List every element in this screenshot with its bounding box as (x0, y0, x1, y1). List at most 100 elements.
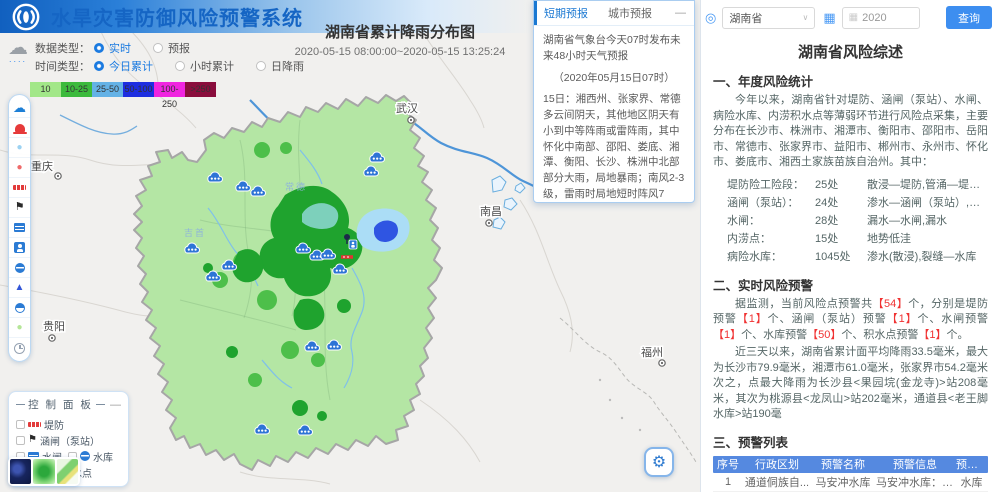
triangle-icon: ▲ (15, 283, 25, 293)
stat-row: 水闸：28处漏水—水闸,漏水 (727, 212, 988, 230)
radio-dot[interactable] (256, 61, 266, 71)
reservoir-icon (15, 263, 25, 273)
svg-text:福州: 福州 (641, 345, 663, 359)
table-cell: 通道侗族自... (743, 474, 811, 490)
stat-cell: 28处 (815, 212, 867, 230)
stat-cell: 内涝点： (727, 230, 815, 248)
thumbnail-forecast-map[interactable] (57, 459, 78, 484)
table-row[interactable]: 1通道侗族自...马安冲水库马安冲水库：2020-...水库 (713, 473, 988, 492)
reservoir-icon (80, 451, 90, 461)
radio-daily-rain[interactable]: 日降雨 (256, 58, 304, 74)
table-header-cell: 行政区划 (743, 456, 811, 472)
sidebar-item-waterlogging[interactable] (9, 238, 30, 258)
control-panel-minimize[interactable]: — (110, 399, 121, 411)
rain-legend: 1010-2525-5050-100100-250>250 (30, 82, 326, 97)
data-type-label: 数据类型： (35, 40, 90, 56)
section2-heading: 二、实时风险预警 (713, 275, 988, 294)
forecast-issue-time: （2020年05月15日07时） (543, 71, 685, 87)
blue-station-icon: ● (16, 143, 22, 153)
stat-cell: 渗水(散浸),裂缝—水库 (867, 248, 988, 266)
legend-swatch: >250 (185, 82, 216, 97)
sidebar-item-sluice[interactable]: ⚑ (9, 198, 30, 218)
legend-swatch: 100-250 (154, 82, 185, 97)
sidebar-item-halfcircle[interactable] (9, 298, 30, 318)
radio-dot[interactable] (94, 43, 104, 53)
table-cell: 水库 (955, 474, 988, 490)
warning-table-body: 1通道侗族自...马安冲水库马安冲水库：2020-...水库2溆浦县罗子塘水库罗… (713, 473, 988, 492)
stat-cell: 24处 (815, 194, 867, 212)
stat-cell: 1045处 (815, 248, 867, 266)
calendar-mini-icon: ▦ (849, 12, 858, 23)
section1-paragraph: 今年以来，湖南省针对堤防、涵闸（泵站）、水闸、病险水库、内涝积水点等薄弱环节进行… (713, 93, 988, 171)
radio-forecast[interactable]: 预报 (153, 40, 190, 56)
forecast-panel-minimize[interactable]: — (667, 7, 694, 19)
year-input[interactable]: ▦ 2020 (842, 7, 920, 29)
summary-title: 湖南省风险综述 (701, 41, 1000, 62)
map-controls: ☁ .... 数据类型： 实时 预报 时间类型： 今日累计 小时累计 日降雨 1… (8, 39, 326, 97)
forecast-detail: 15日：湘西州、张家界、常德多云间阴天，其他地区阴天有小到中等阵雨或雷阵雨，其中… (543, 92, 685, 203)
stat-cell: 散浸—堤防,管涌—堤防,滑坡—堤防,... (867, 176, 988, 194)
sidebar-item-dike[interactable] (9, 178, 30, 198)
sluice-flag-icon: ⚑ (28, 435, 37, 445)
green-station-icon: ● (16, 323, 22, 333)
layer-toggle-sluice[interactable]: ⚑涵闸（泵站） (16, 432, 100, 448)
checkbox[interactable] (16, 420, 25, 429)
tab-short-term-forecast[interactable]: 短期预报 (534, 1, 598, 25)
warning-table: 序号行政区划预警名称预警信息预警类别 1通道侗族自...马安冲水库马安冲水库：2… (713, 456, 988, 492)
stat-cell: 渗水—涵闸（泵站）,裂缝—涵闸（... (867, 194, 988, 212)
section1-heading: 一、年度风险统计 (713, 71, 988, 90)
tab-city-forecast[interactable]: 城市预报 (598, 1, 662, 25)
sidebar-item-gate[interactable] (9, 218, 30, 238)
legend-swatch: 25-50 (92, 82, 123, 97)
query-toolbar: ◎ 湖南省 ∨ ▦ ▦ 2020 查询 (701, 0, 1000, 33)
table-cell: 马安冲水库：2020-... (875, 474, 955, 490)
forecast-tabs: 短期预报 城市预报 — (534, 1, 694, 26)
sidebar-item-reservoir[interactable] (9, 258, 30, 278)
svg-text:贵阳: 贵阳 (43, 320, 65, 333)
legend-swatch: 10-25 (61, 82, 92, 97)
table-cell: 马安冲水库 (811, 474, 875, 490)
gear-icon: ⚙ (652, 452, 666, 472)
radio-today-total[interactable]: 今日累计 (94, 58, 153, 74)
radio-dot[interactable] (175, 61, 185, 71)
app-logo-icon (10, 2, 42, 32)
map-settings-button[interactable]: ⚙ (644, 447, 674, 477)
sidebar-item-triangle[interactable]: ▲ (9, 278, 30, 298)
query-button[interactable]: 查询 (946, 6, 992, 29)
location-pin-icon: ◎ (705, 10, 716, 26)
warning-count: 【1】 (713, 329, 741, 341)
sidebar-item-history[interactable] (9, 338, 30, 358)
sidebar-item-rainfall[interactable]: ☁ (9, 98, 30, 118)
layer-toggle-dike[interactable]: 堤防 (16, 416, 64, 432)
stat-row: 内涝点：15处地势低洼 (727, 230, 988, 248)
sidebar-item-station-blue[interactable]: ● (9, 138, 30, 158)
warning-count: 【50】 (807, 329, 841, 341)
dike-icon (28, 422, 41, 427)
data-type-row: 数据类型： 实时 预报 (35, 39, 326, 57)
radio-dot[interactable] (94, 61, 104, 71)
legend-swatch: 10 (30, 82, 61, 97)
gate-icon (14, 223, 25, 232)
red-station-icon: ● (16, 163, 22, 173)
radio-hourly-total[interactable]: 小时累计 (175, 58, 234, 74)
clock-icon (14, 343, 25, 354)
time-type-label: 时间类型： (35, 58, 90, 74)
sidebar-item-station-red[interactable]: ● (9, 158, 30, 178)
area-label: 常德 (285, 181, 307, 192)
sidebar-item-green-dot[interactable]: ● (9, 318, 30, 338)
thumbnail-radar[interactable] (10, 459, 31, 484)
stat-cell: 地势低洼 (867, 230, 988, 248)
radio-realtime[interactable]: 实时 (94, 40, 131, 56)
thumbnail-rain-map[interactable] (33, 459, 54, 484)
table-cell: 1 (713, 476, 743, 488)
region-select[interactable]: 湖南省 ∨ (722, 7, 815, 29)
checkbox[interactable] (16, 436, 25, 445)
warning-count: 【54】 (873, 298, 909, 310)
risk-summary-panel: ◎ 湖南省 ∨ ▦ ▦ 2020 查询 湖南省风险综述 一、年度风险统计 今年以… (700, 0, 1000, 492)
stat-cell: 15处 (815, 230, 867, 248)
sidebar-item-alarm[interactable] (9, 118, 30, 138)
forecast-panel: 短期预报 城市预报 — 湖南省气象台今天07时发布未来48小时天气预报 （202… (533, 0, 695, 203)
radio-dot[interactable] (153, 43, 163, 53)
warning-count: 【1】 (737, 313, 768, 325)
waterlogging-marker (349, 240, 357, 249)
